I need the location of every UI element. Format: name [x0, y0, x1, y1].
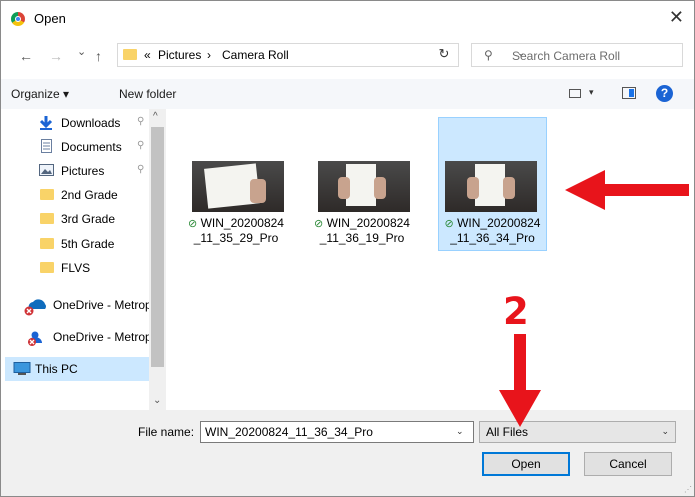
breadcrumb-separator: › [207, 48, 211, 62]
new-folder-button[interactable]: New folder [119, 87, 176, 101]
dialog-footer: File name: WIN_20200824_11_36_34_Pro ⌄ A… [1, 410, 694, 496]
breadcrumb-overflow-icon[interactable]: « [144, 48, 151, 62]
back-arrow-icon[interactable]: ← [19, 48, 33, 64]
sidebar-item-label: OneDrive - Metrop [53, 298, 152, 312]
annotation-arrow-down [499, 334, 541, 427]
chevron-down-icon[interactable]: ⌄ [456, 426, 464, 437]
sidebar-item-label: This PC [35, 362, 78, 376]
breadcrumb-camera-roll[interactable]: Camera Roll [222, 48, 289, 62]
view-options-icon[interactable] [569, 89, 581, 98]
command-bar: Organize ▾ New folder ▾ ? [1, 79, 694, 109]
sidebar-item-this-pc[interactable]: This PC [5, 357, 149, 381]
sync-status-icon: ⊘ [444, 218, 454, 230]
pin-icon[interactable]: ⚲ [137, 164, 144, 175]
sidebar-item-5th-grade[interactable]: 5th Grade [1, 232, 149, 256]
sync-status-icon: ⊘ [188, 218, 198, 230]
sidebar-item-flvs[interactable]: FLVS [1, 256, 149, 280]
cancel-button[interactable]: Cancel [584, 452, 672, 476]
search-input[interactable]: ⚲ Search Camera Roll [471, 43, 683, 67]
breadcrumb-pictures[interactable]: Pictures [158, 48, 201, 62]
preview-pane-icon[interactable] [622, 87, 636, 99]
sync-status-icon: ⊘ [314, 218, 324, 230]
file-name-label: File name: [138, 425, 195, 439]
navigation-pane: Downloads ⚲ Documents ⚲ Pictures ⚲ 2nd G… [1, 109, 167, 410]
refresh-icon[interactable]: ↻ [431, 46, 457, 66]
pin-icon[interactable]: ⚲ [137, 116, 144, 127]
sidebar-item-2nd-grade[interactable]: 2nd Grade [1, 183, 149, 207]
sidebar-item-label: 5th Grade [61, 237, 115, 251]
chrome-app-icon [11, 12, 25, 26]
file-name: ⊘ WIN_20200824 _11_36_19_Pro [314, 216, 410, 245]
file-name-input[interactable]: WIN_20200824_11_36_34_Pro ⌄ [200, 421, 474, 443]
forward-arrow-icon[interactable]: → [49, 48, 63, 64]
sidebar-item-pictures[interactable]: Pictures ⚲ [1, 159, 149, 183]
scroll-up-icon[interactable]: ^ [153, 111, 158, 122]
sidebar-item-label: FLVS [61, 261, 91, 275]
title-bar: Open ✕ [1, 1, 694, 37]
scroll-thumb[interactable] [151, 127, 164, 367]
sidebar-item-label: 3rd Grade [61, 212, 116, 226]
image-thumbnail [192, 161, 284, 212]
file-name: ⊘ WIN_20200824 _11_36_34_Pro [444, 216, 541, 245]
pictures-icon [39, 164, 54, 176]
arrow-shape [499, 334, 541, 427]
view-dropdown-icon[interactable]: ▾ [589, 87, 594, 98]
sidebar-item-label: Downloads [61, 116, 121, 130]
file-item[interactable]: ⊘ WIN_20200824 _11_36_19_Pro [308, 118, 418, 250]
folder-icon [40, 238, 54, 249]
arrow-shape [565, 170, 689, 210]
up-arrow-icon[interactable]: ↑ [95, 48, 102, 64]
file-name-value: WIN_20200824_11_36_34_Pro [205, 425, 373, 439]
image-thumbnail [318, 161, 410, 212]
open-file-dialog: Open ✕ ← → ⌄ ↑ « Pictures › Camera Roll … [0, 0, 695, 497]
chevron-down-icon: ⌄ [661, 426, 669, 436]
recent-locations-chevron-icon[interactable]: ⌄ [77, 45, 86, 58]
open-button[interactable]: Open [482, 452, 570, 476]
folder-icon [40, 189, 54, 200]
scroll-down-icon[interactable]: ⌄ [153, 395, 161, 406]
file-item-selected[interactable]: ⊘ WIN_20200824 _11_36_34_Pro [438, 117, 547, 251]
sidebar-item-onedrive-1[interactable]: OneDrive - Metrop [1, 293, 152, 317]
file-name: ⊘ WIN_20200824 _11_35_29_Pro [188, 216, 284, 245]
search-icon: ⚲ [484, 48, 493, 62]
window-title: Open [34, 11, 66, 26]
resize-grip-icon[interactable]: ⋰ [684, 485, 692, 494]
sidebar-item-label: OneDrive - Metrop [53, 330, 152, 344]
file-item[interactable]: ⊘ WIN_20200824 _11_35_29_Pro [182, 118, 292, 250]
annotation-arrow-left [565, 170, 689, 210]
documents-icon [41, 139, 52, 153]
annotation-step-number: 2 [503, 290, 529, 333]
download-icon [39, 116, 53, 130]
folder-icon [40, 262, 54, 273]
sidebar-item-label: Documents [61, 140, 122, 154]
sidebar-item-3rd-grade[interactable]: 3rd Grade [1, 207, 149, 231]
address-bar[interactable]: « Pictures › Camera Roll ⌄ [117, 43, 525, 67]
file-list: ⊘ WIN_20200824 _11_35_29_Pro ⊘ WIN_20200… [167, 109, 694, 410]
search-placeholder: Search Camera Roll [512, 49, 621, 63]
sidebar-item-label: 2nd Grade [61, 188, 118, 202]
image-thumbnail [445, 161, 537, 212]
sidebar-item-label: Pictures [61, 164, 105, 178]
sidebar-item-documents[interactable]: Documents ⚲ [1, 135, 149, 159]
sidebar-item-onedrive-2[interactable]: OneDrive - Metrop [1, 325, 152, 349]
pin-icon[interactable]: ⚲ [137, 140, 144, 151]
organize-button[interactable]: Organize ▾ [11, 87, 69, 101]
onedrive-shared-icon [28, 331, 42, 346]
this-pc-icon [13, 362, 31, 375]
help-icon[interactable]: ? [656, 85, 673, 102]
folder-icon [40, 213, 54, 224]
onedrive-error-icon [24, 299, 46, 316]
folder-icon [123, 49, 137, 60]
sidebar-scrollbar[interactable]: ^ ⌄ [149, 109, 166, 410]
sidebar-item-downloads[interactable]: Downloads ⚲ [1, 111, 149, 135]
close-button[interactable]: ✕ [669, 7, 684, 28]
